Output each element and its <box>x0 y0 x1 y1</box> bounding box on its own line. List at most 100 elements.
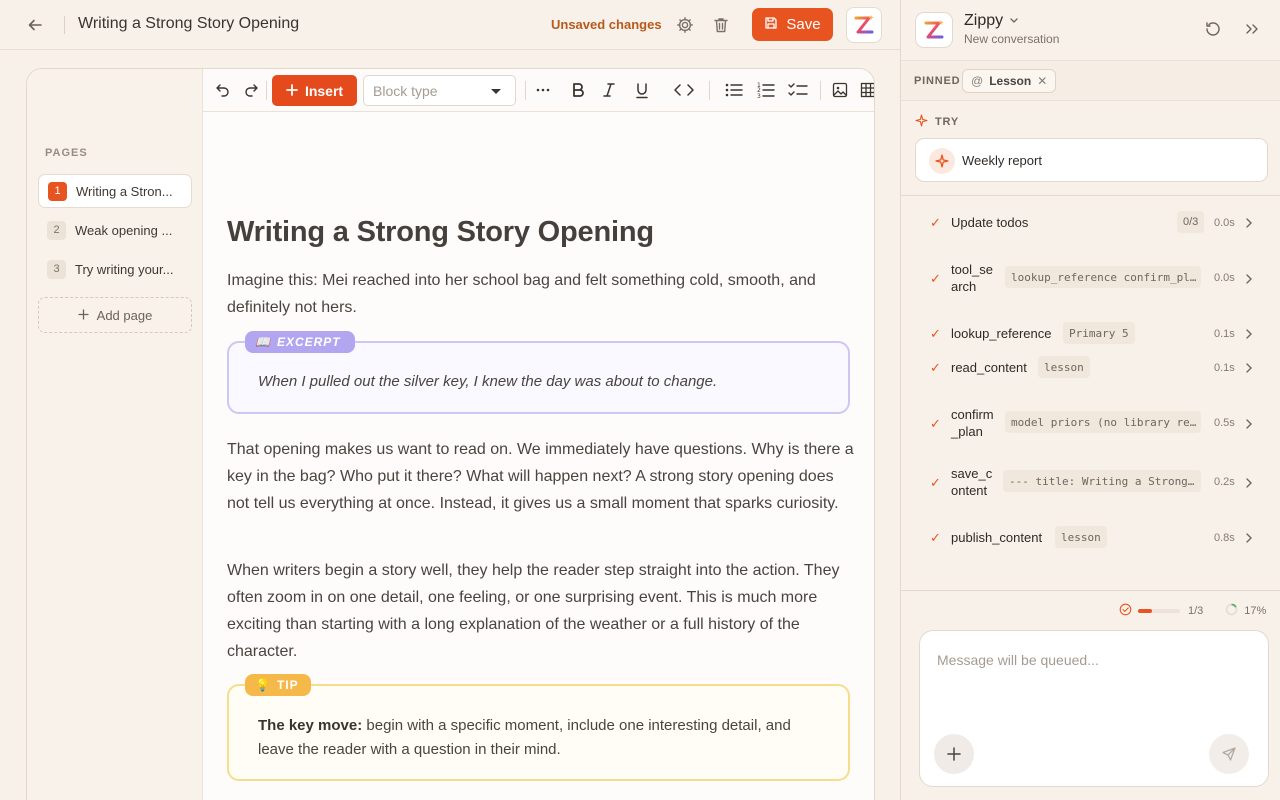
tool-duration: 0.0s <box>1214 272 1235 284</box>
history-icon[interactable] <box>1204 20 1222 38</box>
bold-icon[interactable] <box>568 80 588 100</box>
todo-progress-bar <box>1138 609 1180 613</box>
paragraph[interactable]: When writers begin a story well, they he… <box>227 557 857 665</box>
save-button[interactable]: Save <box>752 8 833 41</box>
back-arrow-icon[interactable] <box>24 14 46 36</box>
sparkle-icon <box>929 148 955 174</box>
insert-label: Insert <box>304 82 344 99</box>
excerpt-badge: 📖 EXCERPT <box>245 331 355 353</box>
redo-icon[interactable] <box>241 80 261 100</box>
check-icon: ✓ <box>930 530 941 545</box>
send-button[interactable] <box>1209 734 1249 774</box>
document-content[interactable]: Writing a Strong Story Opening Imagine t… <box>203 112 874 800</box>
add-page-button[interactable]: Add page <box>38 297 192 333</box>
toolbar-divider <box>709 81 710 100</box>
bullet-list-icon[interactable] <box>724 80 744 100</box>
page-number: 2 <box>47 220 66 240</box>
context-ring-icon <box>1225 603 1238 619</box>
paragraph[interactable]: Imagine this: Mei reached into her schoo… <box>227 267 857 321</box>
add-page-label: Add page <box>96 307 153 323</box>
page-item-3[interactable]: 3 Try writing your... <box>38 252 192 286</box>
todo-progress-text: 1/3 <box>1188 605 1204 617</box>
tool-duration: 0.0s <box>1214 217 1235 229</box>
tool-duration: 0.2s <box>1214 476 1235 488</box>
more-icon[interactable] <box>533 80 553 100</box>
tip-bold: The key move: <box>258 717 363 734</box>
document-title[interactable]: Writing a Strong Story Opening <box>78 15 299 33</box>
tip-text[interactable]: The key move: begin with a specific mome… <box>258 714 828 762</box>
page-label: Writing a Stron... <box>76 183 173 199</box>
italic-icon[interactable] <box>599 80 619 100</box>
check-icon: ✓ <box>930 215 941 230</box>
tool-name-line: save_c <box>951 466 993 481</box>
plus-icon <box>286 83 298 99</box>
plus-icon <box>78 308 89 323</box>
try-label: TRY <box>935 116 959 128</box>
unsaved-changes-indicator: Unsaved changes <box>551 17 662 32</box>
tool-arg: lesson <box>1038 356 1090 378</box>
close-icon[interactable]: ✕ <box>1037 74 1047 88</box>
chevron-right-icon <box>1244 476 1254 488</box>
code-icon[interactable] <box>674 80 694 100</box>
tip-block[interactable]: 💡 TIP The key move: begin with a specifi… <box>227 674 850 781</box>
tool-arg: model priors (no library re… <box>1005 411 1201 433</box>
tool-duration: 0.1s <box>1214 328 1235 340</box>
tool-name-line: _plan <box>951 424 983 439</box>
editor-toolbar: Insert Block type 123 <box>203 69 874 112</box>
message-input[interactable]: Message will be queued... <box>937 652 1099 668</box>
assistant-name-dropdown[interactable]: Zippy <box>964 12 1019 30</box>
message-composer[interactable]: Message will be queued... <box>919 630 1269 787</box>
underline-icon[interactable] <box>632 80 652 100</box>
toolbar-divider <box>266 81 267 100</box>
excerpt-text[interactable]: When I pulled out the silver key, I knew… <box>258 373 717 390</box>
send-icon <box>1222 747 1236 761</box>
pinned-chip[interactable]: @ Lesson ✕ <box>962 69 1057 93</box>
page-number: 3 <box>47 259 66 279</box>
tool-name: read_content <box>951 360 1027 375</box>
document-heading[interactable]: Writing a Strong Story Opening <box>227 216 654 249</box>
block-type-select[interactable]: Block type <box>363 75 516 106</box>
progress-indicator: 1/3 17% <box>1119 603 1266 619</box>
assistant-panel: Zippy New conversation PINNED @ Lesson ✕… <box>900 0 1280 800</box>
gear-icon[interactable] <box>676 16 694 34</box>
chevron-right-icon <box>1244 216 1254 228</box>
book-icon: 📖 <box>255 335 271 349</box>
assistant-logo-icon <box>915 12 953 48</box>
tool-name: save_content <box>951 465 992 499</box>
table-icon[interactable] <box>858 80 874 100</box>
page-item-1[interactable]: 1 Writing a Stron... <box>38 174 192 208</box>
check-icon: ✓ <box>930 475 941 490</box>
image-icon[interactable] <box>830 80 850 100</box>
page-number: 1 <box>48 181 67 201</box>
trash-icon[interactable] <box>712 16 730 34</box>
todo-check-icon <box>1119 603 1132 619</box>
pinned-bar: PINNED @ Lesson ✕ <box>901 60 1280 101</box>
chevron-right-icon <box>1244 272 1254 284</box>
chevron-right-icon <box>1244 361 1254 373</box>
assistant-name: Zippy <box>964 12 1004 29</box>
checklist-icon[interactable] <box>788 80 808 100</box>
pinned-label: PINNED <box>914 75 961 87</box>
save-label: Save <box>786 16 821 33</box>
context-usage-text: 17% <box>1244 605 1267 617</box>
page-label: Try writing your... <box>75 261 174 277</box>
paragraph[interactable]: That opening makes us want to read on. W… <box>227 436 857 517</box>
block-type-placeholder: Block type <box>373 82 438 99</box>
undo-icon[interactable] <box>213 80 233 100</box>
numbered-list-icon[interactable]: 123 <box>756 80 776 100</box>
collapse-panel-icon[interactable] <box>1243 20 1261 38</box>
insert-button[interactable]: Insert <box>272 75 357 106</box>
tool-name: publish_content <box>951 530 1043 545</box>
app-logo-icon[interactable] <box>846 7 882 43</box>
weekly-report-suggestion[interactable]: Weekly report <box>915 138 1268 182</box>
tool-name-line: ontent <box>951 483 988 498</box>
add-attachment-button[interactable] <box>934 734 974 774</box>
tool-arg: 0/3 <box>1177 211 1205 233</box>
lightbulb-icon: 💡 <box>255 678 271 692</box>
tool-duration: 0.8s <box>1214 532 1235 544</box>
editor-card: PAGES 1 Writing a Stron... 2 Weak openin… <box>26 68 875 800</box>
excerpt-block[interactable]: 📖 EXCERPT When I pulled out the silver k… <box>227 331 850 414</box>
check-icon: ✓ <box>930 326 941 341</box>
page-item-2[interactable]: 2 Weak opening ... <box>38 213 192 247</box>
tool-name: confirm _plan <box>951 406 994 440</box>
